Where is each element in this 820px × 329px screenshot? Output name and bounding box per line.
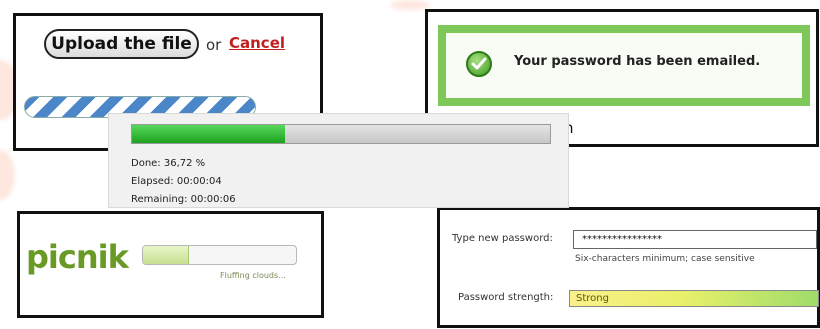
- password-panel: Type new password: **************** Six-…: [437, 207, 820, 328]
- password-strength-meter: Strong: [569, 290, 819, 307]
- or-text: or: [206, 36, 222, 54]
- picnik-status-text: Fluffing clouds...: [220, 271, 286, 280]
- elapsed-time: Elapsed: 00:00:04: [131, 176, 222, 187]
- download-progress-fill: [132, 125, 286, 143]
- picnik-progress-bar: [142, 245, 297, 265]
- new-password-label: Type new password:: [452, 233, 553, 244]
- cancel-link[interactable]: Cancel: [229, 34, 285, 52]
- password-hint: Six-characters minimum; case sensitive: [575, 254, 755, 264]
- checkmark-icon: [466, 51, 492, 77]
- success-message-box: Your password has been emailed.: [438, 25, 810, 106]
- picnik-panel: picnik Fluffing clouds...: [17, 211, 324, 318]
- done-percentage: Done: 36,72 %: [131, 158, 206, 169]
- upload-file-button[interactable]: Upload the file: [44, 29, 199, 59]
- progress-dialog: Done: 36,72 % Elapsed: 00:00:04 Remainin…: [108, 113, 569, 208]
- new-password-input[interactable]: ****************: [573, 230, 817, 249]
- background-blotch: [390, 0, 430, 10]
- background-blotch: [0, 150, 15, 200]
- email-sent-message: Your password has been emailed.: [514, 54, 761, 69]
- remaining-time: Remaining: 00:00:06: [131, 194, 236, 205]
- password-strength-label: Password strength:: [458, 292, 554, 303]
- download-progress-bar: [131, 124, 551, 144]
- password-strength-value: Strong: [576, 293, 609, 304]
- picnik-progress-fill: [143, 246, 189, 264]
- picnik-logo: picnik: [26, 238, 129, 276]
